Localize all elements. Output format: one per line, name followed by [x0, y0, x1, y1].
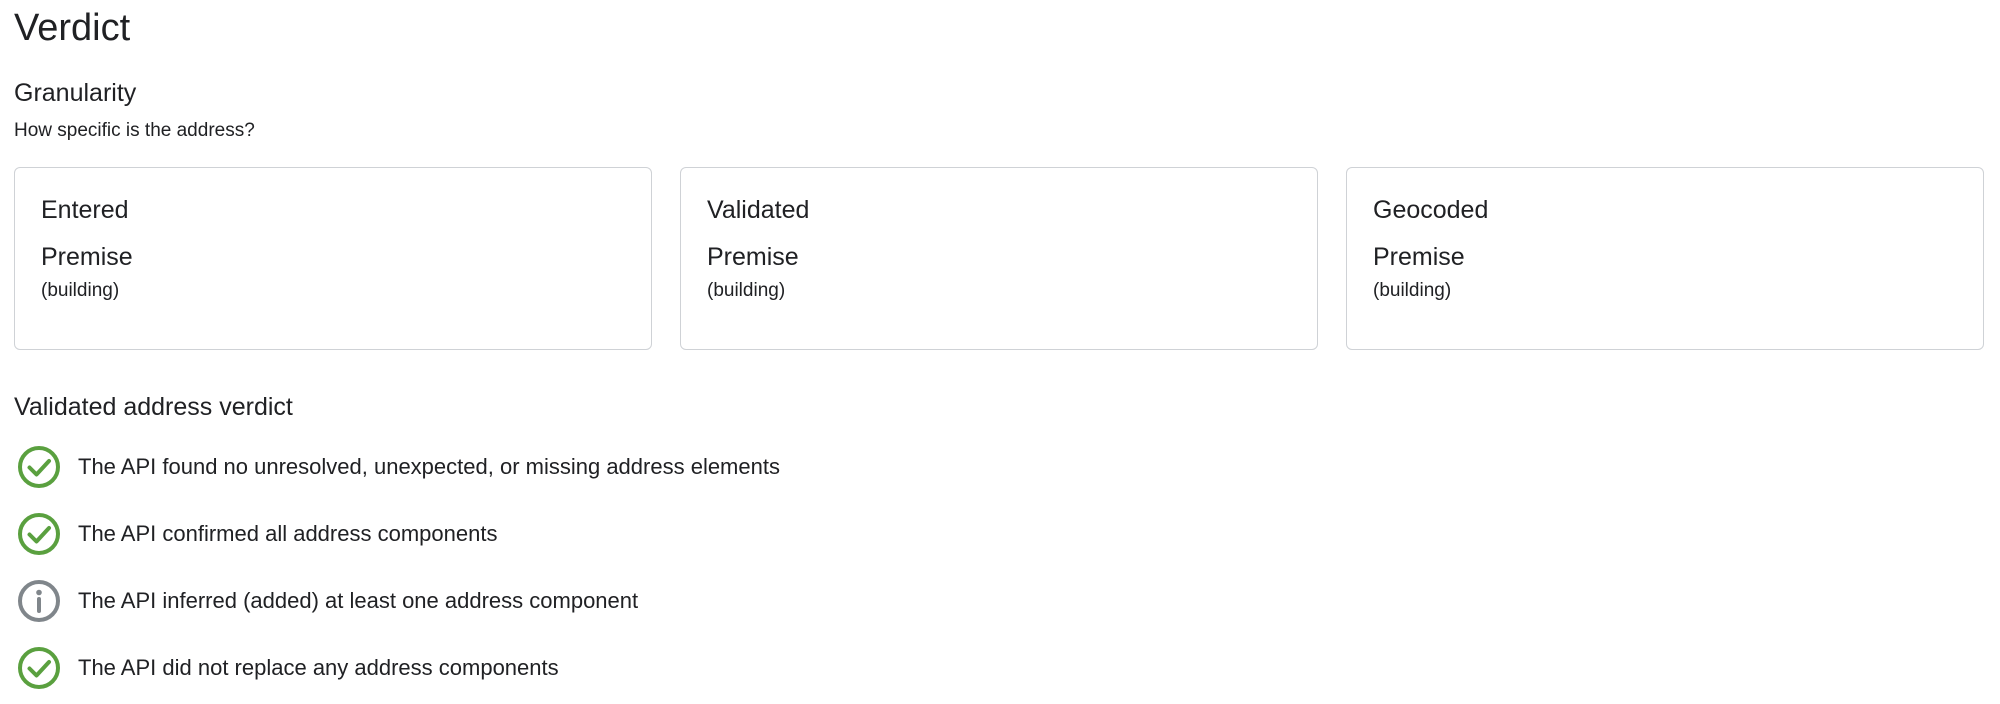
validated-granularity-card: Validated Premise (building) [680, 167, 1318, 350]
geocoded-card-heading: Geocoded [1373, 196, 1489, 224]
granularity-subtitle: How specific is the address? [14, 120, 255, 141]
entered-card-detail: (building) [41, 280, 120, 301]
geocoded-card-value: Premise [1373, 243, 1465, 271]
entered-card-heading: Entered [41, 196, 129, 224]
info-circle-icon [17, 579, 61, 623]
verdict-text: The API inferred (added) at least one ad… [78, 588, 639, 613]
verdict-item-inferred-component: The API inferred (added) at least one ad… [14, 576, 914, 626]
geocoded-granularity-card: Geocoded Premise (building) [1346, 167, 1984, 350]
check-circle-icon [17, 646, 61, 690]
check-circle-icon [17, 445, 61, 489]
validated-card-value: Premise [707, 243, 799, 271]
validated-card-heading: Validated [707, 196, 810, 224]
page-title: Verdict [14, 7, 131, 49]
verdict-item-no-replaced-components: The API did not replace any address comp… [14, 643, 914, 693]
geocoded-card-detail: (building) [1373, 280, 1452, 301]
verdict-item-confirmed-components: The API confirmed all address components [14, 509, 914, 559]
verdict-text: The API confirmed all address components [78, 521, 498, 546]
verdict-text: The API did not replace any address comp… [78, 655, 559, 680]
verdict-item-unresolved-elements: The API found no unresolved, unexpected,… [14, 442, 914, 492]
granularity-title: Granularity [14, 79, 137, 107]
validated-address-verdict-title: Validated address verdict [14, 393, 293, 421]
check-circle-icon [17, 512, 61, 556]
entered-card-value: Premise [41, 243, 133, 271]
validated-card-detail: (building) [707, 280, 786, 301]
entered-granularity-card: Entered Premise (building) [14, 167, 652, 350]
verdict-text: The API found no unresolved, unexpected,… [78, 454, 780, 479]
